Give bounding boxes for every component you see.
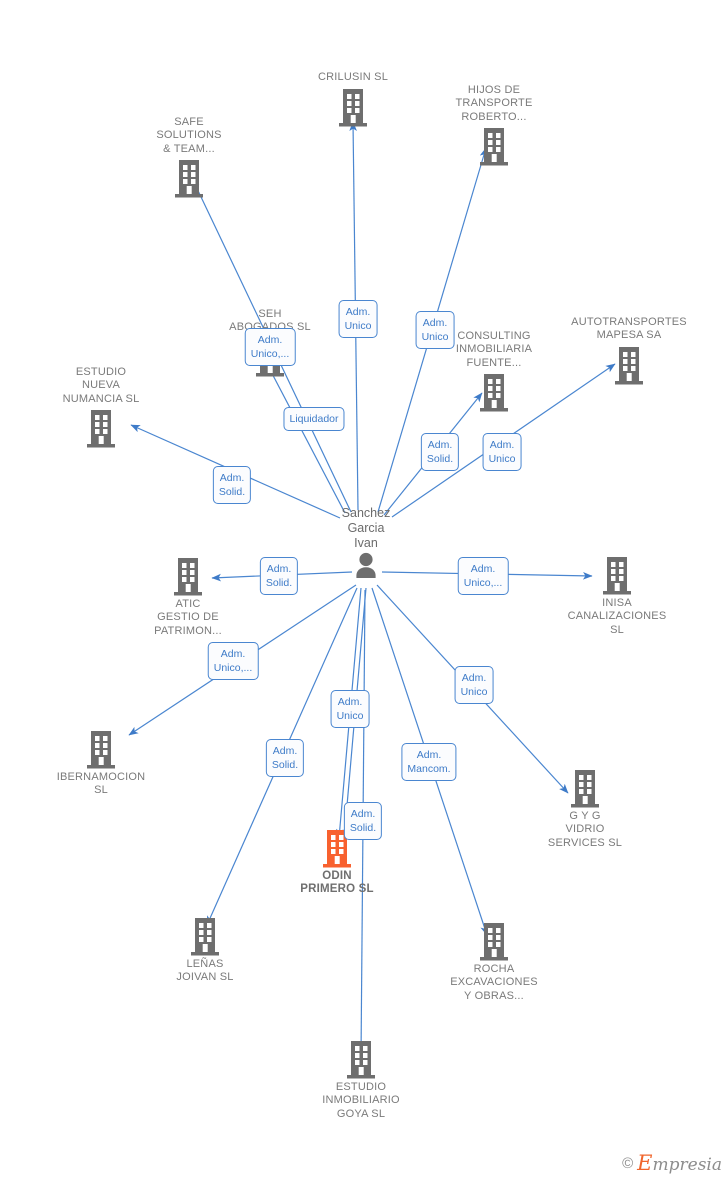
company-node-odin[interactable]: ODIN PRIMERO SL <box>272 828 402 897</box>
edge-label-e-consulting[interactable]: Adm. Solid. <box>420 433 460 471</box>
wordmark-rest: mpresia <box>652 1155 723 1175</box>
company-name-label: ODIN PRIMERO SL <box>300 869 374 896</box>
wordmark-capital: E <box>637 1151 653 1175</box>
edge-label-e-odin[interactable]: Adm. Unico <box>330 690 370 728</box>
building-icon <box>480 374 508 412</box>
company-name-label: CRILUSIN SL <box>317 71 389 84</box>
person-name-label: Sanchez Garcia Ivan <box>341 506 391 550</box>
edge-label-e-gyg[interactable]: Adm. Unico <box>454 666 494 704</box>
edge-label-e-lenas[interactable]: Adm. Solid. <box>265 739 305 777</box>
company-node-goya[interactable]: ESTUDIO INMOBILIARIO GOYA SL <box>296 1039 426 1122</box>
company-name-label: ATIC GESTIO DE PATRIMON... <box>154 597 222 637</box>
edge-label-e-seh-liq[interactable]: Liquidador <box>283 407 345 431</box>
company-name-label: CONSULTING INMOBILIARIA FUENTE... <box>455 329 533 369</box>
company-name-label: ESTUDIO NUEVA NUMANCIA SL <box>62 365 140 405</box>
building-icon <box>339 88 367 127</box>
edge-label-e-atic[interactable]: Adm. Solid. <box>259 557 299 595</box>
company-name-label: ROCHA EXCAVACIONES Y OBRAS... <box>450 962 538 1002</box>
building-icon <box>87 730 115 768</box>
edge-label-e-estudio_nueva[interactable]: Adm. Solid. <box>212 466 252 504</box>
building-icon <box>571 769 599 808</box>
company-name-label: IBERNAMOCION SL <box>56 770 146 797</box>
building-icon <box>603 556 631 595</box>
building-icon <box>174 557 202 596</box>
company-name-label: HIJOS DE TRANSPORTE ROBERTO... <box>455 83 533 123</box>
edge-label-e-ibernamocion[interactable]: Adm. Unico,... <box>207 642 259 680</box>
network-diagram-canvas: CRILUSIN SL HIJOS DE TRANSPORTE ROBERTO..… <box>0 0 728 1180</box>
company-node-estudio_nueva[interactable]: ESTUDIO NUEVA NUMANCIA SL <box>36 366 166 449</box>
company-node-hijos[interactable]: HIJOS DE TRANSPORTE ROBERTO... <box>429 84 559 167</box>
building-icon <box>347 1040 375 1079</box>
company-node-safe[interactable]: SAFE SOLUTIONS & TEAM... <box>124 116 254 199</box>
watermark: © Empresia <box>622 1151 722 1175</box>
company-name-label: ESTUDIO INMOBILIARIO GOYA SL <box>322 1080 400 1120</box>
person-node-sanchez-garcia-ivan[interactable]: Sanchez Garcia Ivan <box>336 506 396 578</box>
company-node-atic[interactable]: ATIC GESTIO DE PATRIMON... <box>123 556 253 639</box>
company-node-autotransportes[interactable]: AUTOTRANSPORTES MAPESA SA <box>564 316 694 385</box>
building-icon <box>175 160 203 198</box>
person-icon <box>356 552 376 578</box>
building-icon <box>480 922 508 961</box>
company-name-label: LEÑAS JOIVAN SL <box>176 957 234 984</box>
edge-label-e-odin2[interactable]: Adm. Solid. <box>343 802 383 840</box>
copyright-icon: © <box>622 1154 634 1172</box>
company-name-label: INISA CANALIZACIONES SL <box>567 596 667 636</box>
company-name-label: SAFE SOLUTIONS & TEAM... <box>156 115 222 155</box>
edge-label-e-inisa[interactable]: Adm. Unico,... <box>457 557 509 595</box>
building-icon <box>615 346 643 384</box>
company-node-rocha[interactable]: ROCHA EXCAVACIONES Y OBRAS... <box>429 921 559 1004</box>
company-name-label: AUTOTRANSPORTES MAPESA SA <box>571 315 687 342</box>
company-node-inisa[interactable]: INISA CANALIZACIONES SL <box>552 555 682 638</box>
company-node-ibernamocion[interactable]: IBERNAMOCION SL <box>36 729 166 798</box>
edge-label-e-rocha[interactable]: Adm. Mancom. <box>401 743 457 781</box>
building-icon <box>480 128 508 166</box>
edge-label-e-crilusin[interactable]: Adm. Unico <box>338 300 378 338</box>
edge-label-e-safe[interactable]: Adm. Unico,... <box>244 328 296 366</box>
company-node-gyg[interactable]: G Y G VIDRIO SERVICES SL <box>520 768 650 851</box>
empresia-wordmark: Empresia <box>637 1151 722 1175</box>
edge-label-e-autotransportes[interactable]: Adm. Unico <box>482 433 522 471</box>
edge-label-e-hijos[interactable]: Adm. Unico <box>415 311 455 349</box>
building-icon <box>87 410 115 448</box>
company-node-crilusin[interactable]: CRILUSIN SL <box>288 71 418 127</box>
company-node-lenas[interactable]: LEÑAS JOIVAN SL <box>140 916 270 985</box>
company-name-label: G Y G VIDRIO SERVICES SL <box>547 809 623 849</box>
building-icon <box>191 917 219 955</box>
